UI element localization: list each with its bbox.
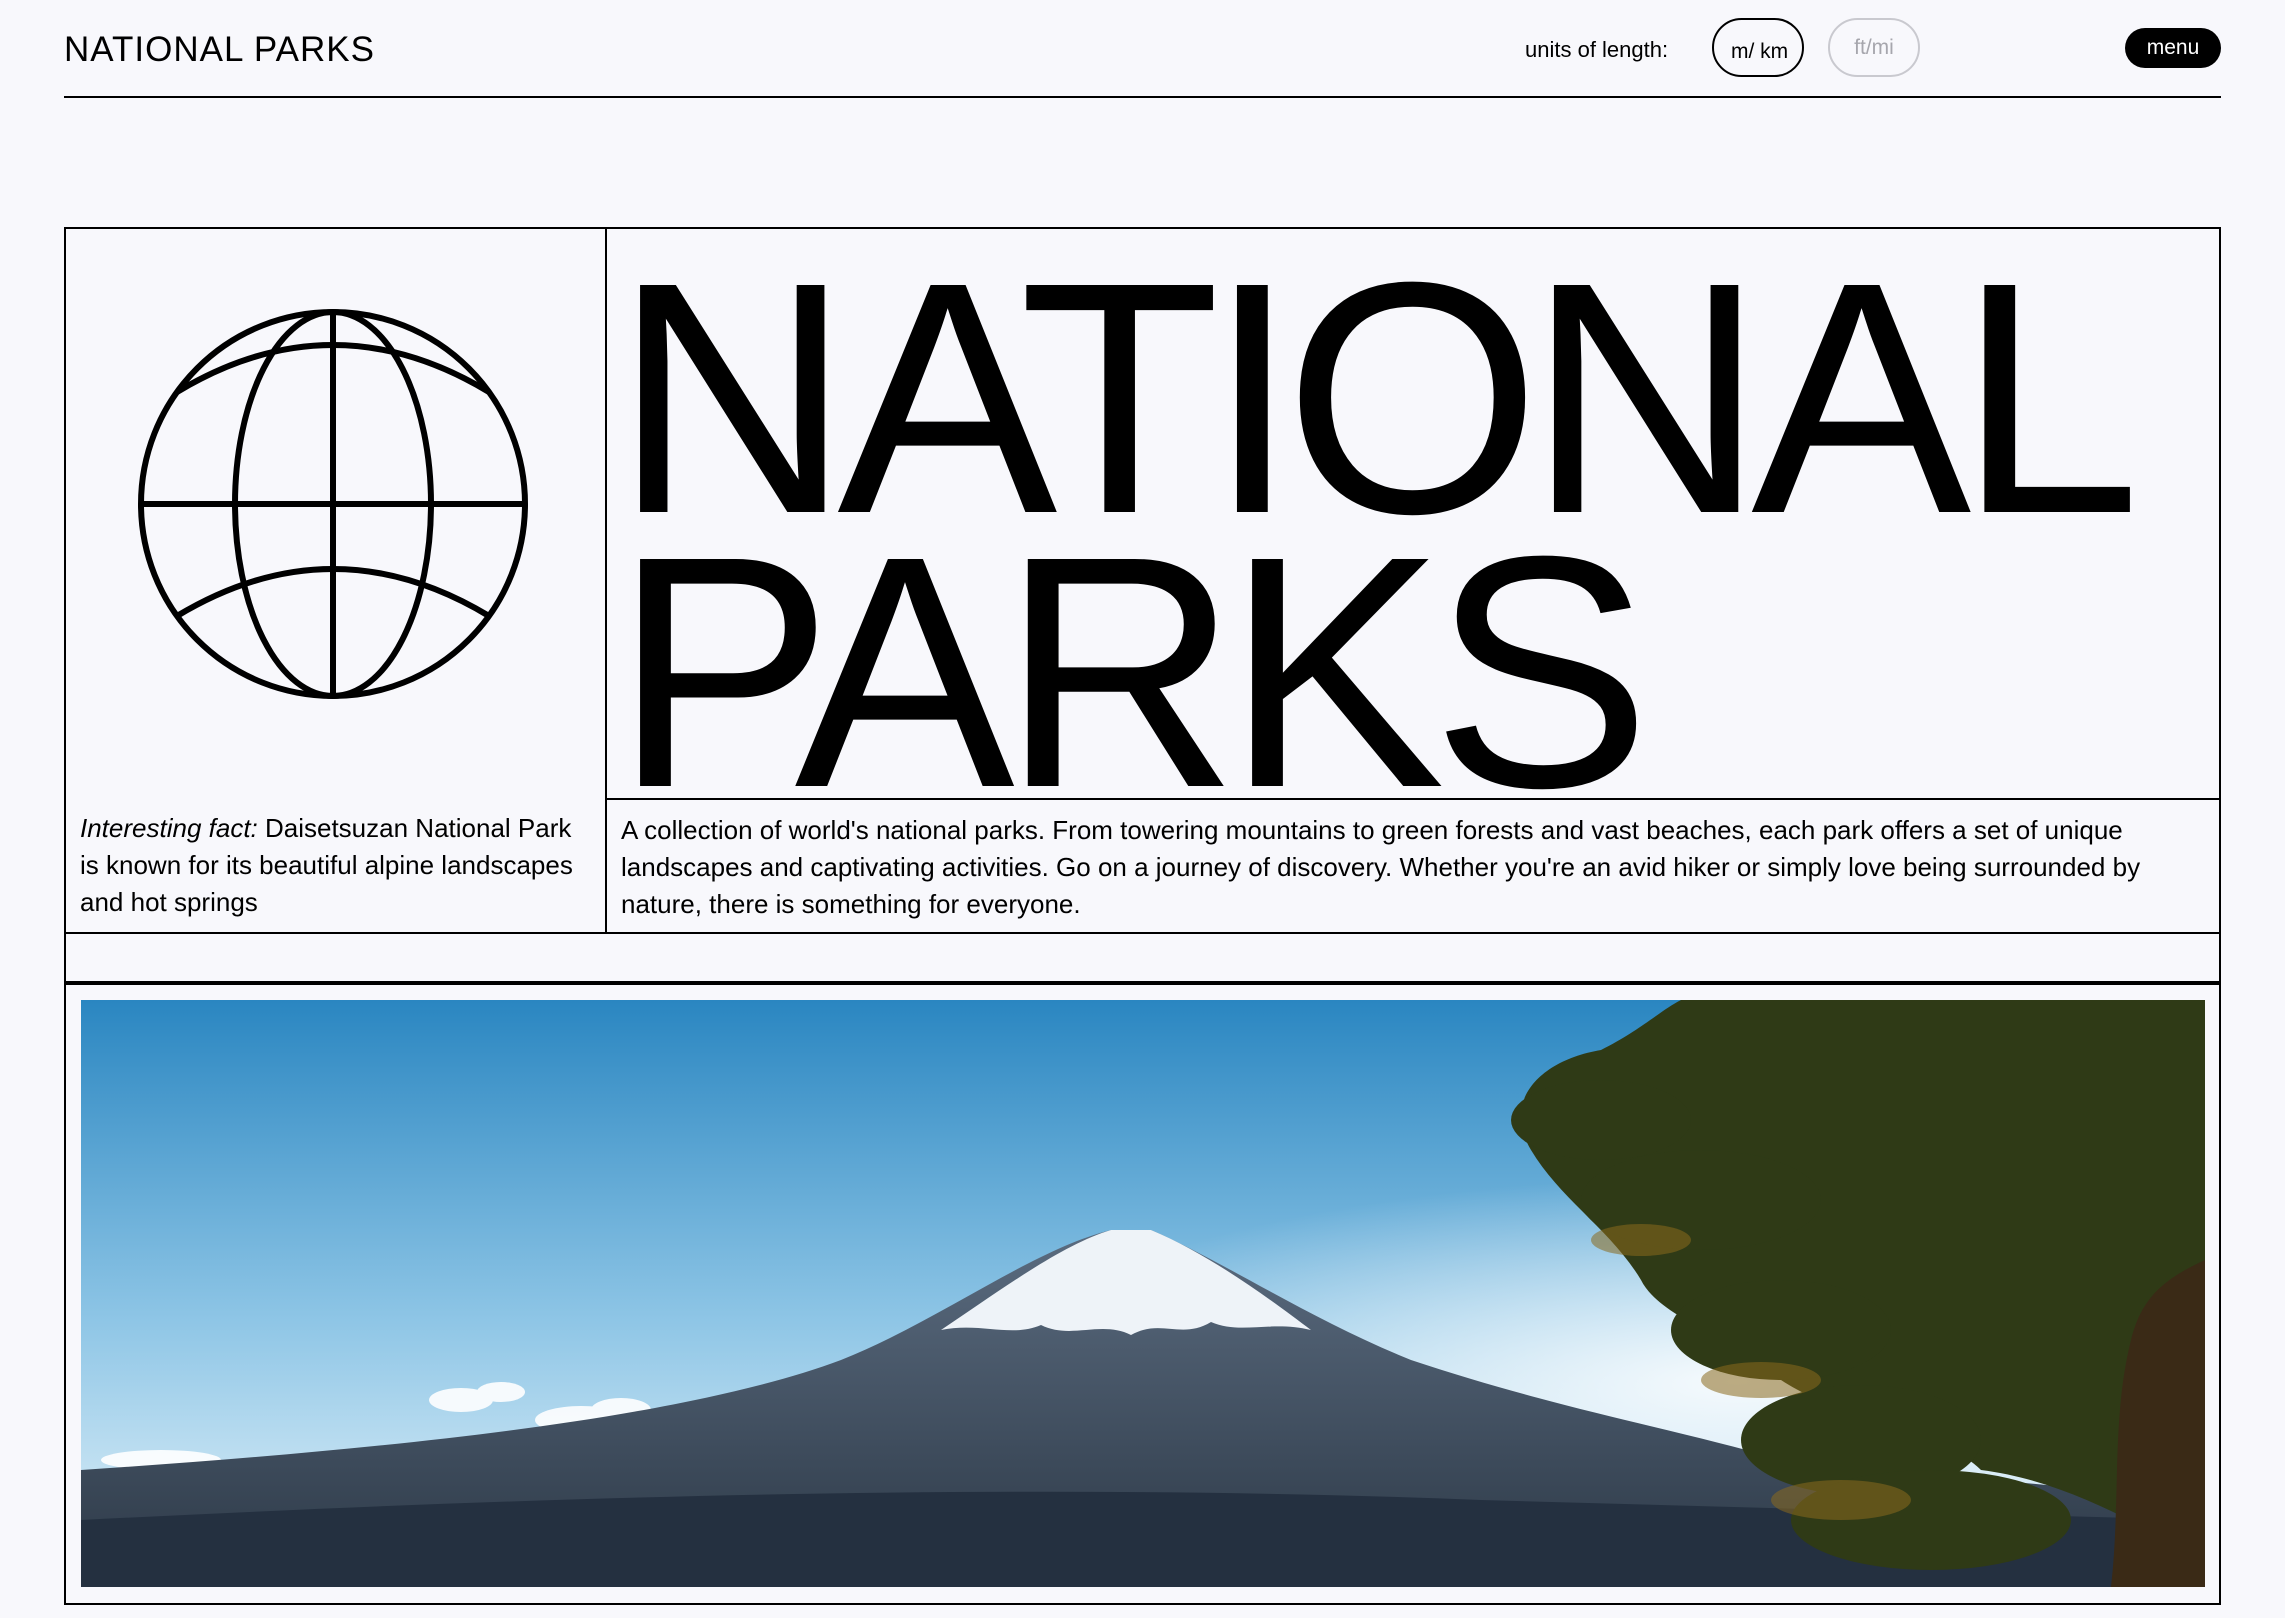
hero-description: A collection of world's national parks. … <box>621 815 2141 919</box>
hero-title: NATIONAL PARKS <box>607 229 2219 800</box>
hero-title-line2: PARKS <box>613 487 1651 800</box>
photo-frame <box>64 983 2221 1605</box>
menu-button[interactable]: menu <box>2125 28 2221 68</box>
globe-icon <box>138 309 528 699</box>
mountain-photo <box>81 1000 2205 1587</box>
unit-metric-button[interactable]: m/ km <box>1712 18 1804 77</box>
top-bar: NATIONAL PARKS units of length: m/ km ft… <box>64 0 2221 98</box>
page: NATIONAL PARKS units of length: m/ km ft… <box>0 0 2285 1618</box>
divider-row <box>64 932 2221 983</box>
site-title[interactable]: NATIONAL PARKS <box>64 30 375 70</box>
hero-left-panel: Interesting fact: Daisetsuzan National P… <box>66 229 607 932</box>
unit-imperial-button[interactable]: ft/mi <box>1828 18 1920 77</box>
hero-section: Interesting fact: Daisetsuzan National P… <box>64 227 2221 934</box>
units-label: units of length: <box>1525 37 1669 62</box>
fact-label: Interesting fact: <box>80 813 258 843</box>
interesting-fact: Interesting fact: Daisetsuzan National P… <box>80 810 580 921</box>
